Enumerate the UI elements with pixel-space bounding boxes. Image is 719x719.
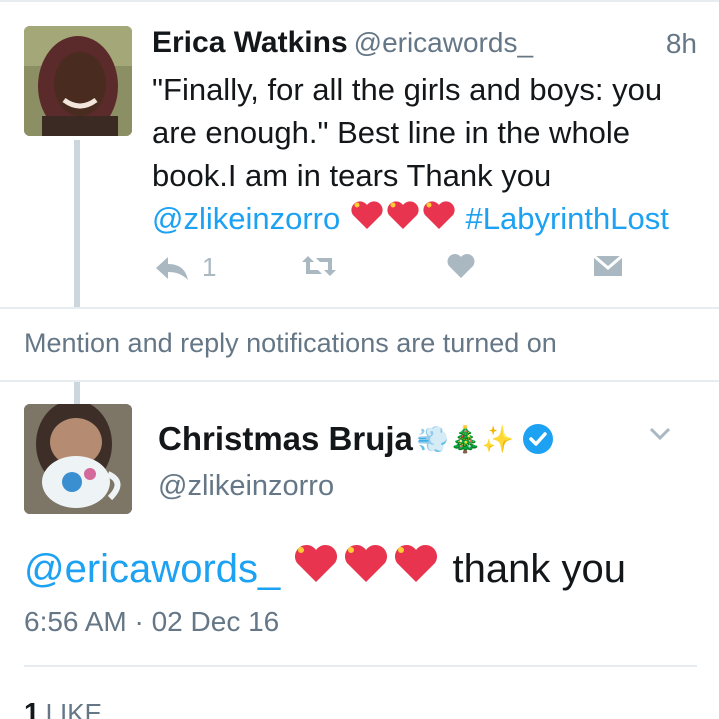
author-name-row: Christmas Bruja 💨🎄✨ (158, 420, 554, 458)
like-count: 1 (24, 697, 40, 719)
author-name[interactable]: Christmas Bruja (158, 420, 413, 458)
notification-notice: Mention and reply notifications are turn… (24, 328, 557, 358)
like-button[interactable] (446, 252, 476, 280)
retweet-icon (302, 256, 336, 276)
reply-header: Erica Watkins @ericawords_ 8h (152, 26, 697, 66)
tweet-actions: 1 (152, 252, 632, 290)
divider (0, 307, 719, 309)
tweet-text-line: are enough." Best line in the whole (152, 115, 631, 150)
reply-count: 1 (202, 252, 217, 282)
retweet-button[interactable] (300, 252, 338, 280)
tweet-text: "Finally, for all the girls and boys: yo… (152, 68, 697, 244)
author-name[interactable]: Erica Watkins (152, 26, 348, 59)
tweet-text-line: "Finally, for all the girls and boys: yo… (152, 72, 663, 107)
verified-badge-icon (523, 424, 554, 454)
mention-link[interactable]: @zlikeinzorro (152, 201, 340, 236)
sparkling-heart-emoji (349, 197, 457, 244)
tweet-text-body: thank you (452, 547, 626, 591)
reply-tweet[interactable]: Erica Watkins @ericawords_ 8h "Finally, f… (0, 0, 719, 308)
direct-message-icon (593, 254, 623, 276)
like-heart-icon (447, 254, 475, 278)
name-emoji: 💨🎄✨ (416, 423, 515, 454)
chevron-down-icon (649, 427, 671, 441)
divider (0, 380, 719, 382)
avatar-erica-watkins[interactable] (24, 26, 132, 136)
like-count-row[interactable]: 1 LIKE (24, 697, 102, 719)
tweet-timestamp: 6:56 AM · 02 Dec 16 (24, 606, 280, 637)
author-handle[interactable]: @ericawords_ (354, 27, 533, 58)
direct-message-button[interactable] (592, 252, 624, 280)
mention-link[interactable]: @ericawords_ (24, 547, 280, 591)
tweet-text: @ericawords_ thank you (24, 540, 626, 596)
avatar-christmas-bruja[interactable] (24, 404, 132, 514)
reply-icon (156, 256, 188, 280)
author-handle[interactable]: @zlikeinzorro (158, 470, 334, 503)
like-label: LIKE (45, 698, 102, 719)
reply-button[interactable]: 1 (154, 252, 216, 283)
divider (24, 665, 697, 667)
tweet-text-line: @zlikeinzorro #LabyrinthLost (152, 197, 697, 244)
tweet-text-line: book.I am in tears Thank you (152, 158, 552, 193)
thread-connector-line (74, 382, 80, 404)
hashtag-link[interactable]: #LabyrinthLost (466, 201, 669, 236)
tweet-options-button[interactable] (648, 426, 672, 447)
sparkling-heart-emoji (291, 540, 441, 596)
tweet-time[interactable]: 8h (666, 28, 697, 60)
